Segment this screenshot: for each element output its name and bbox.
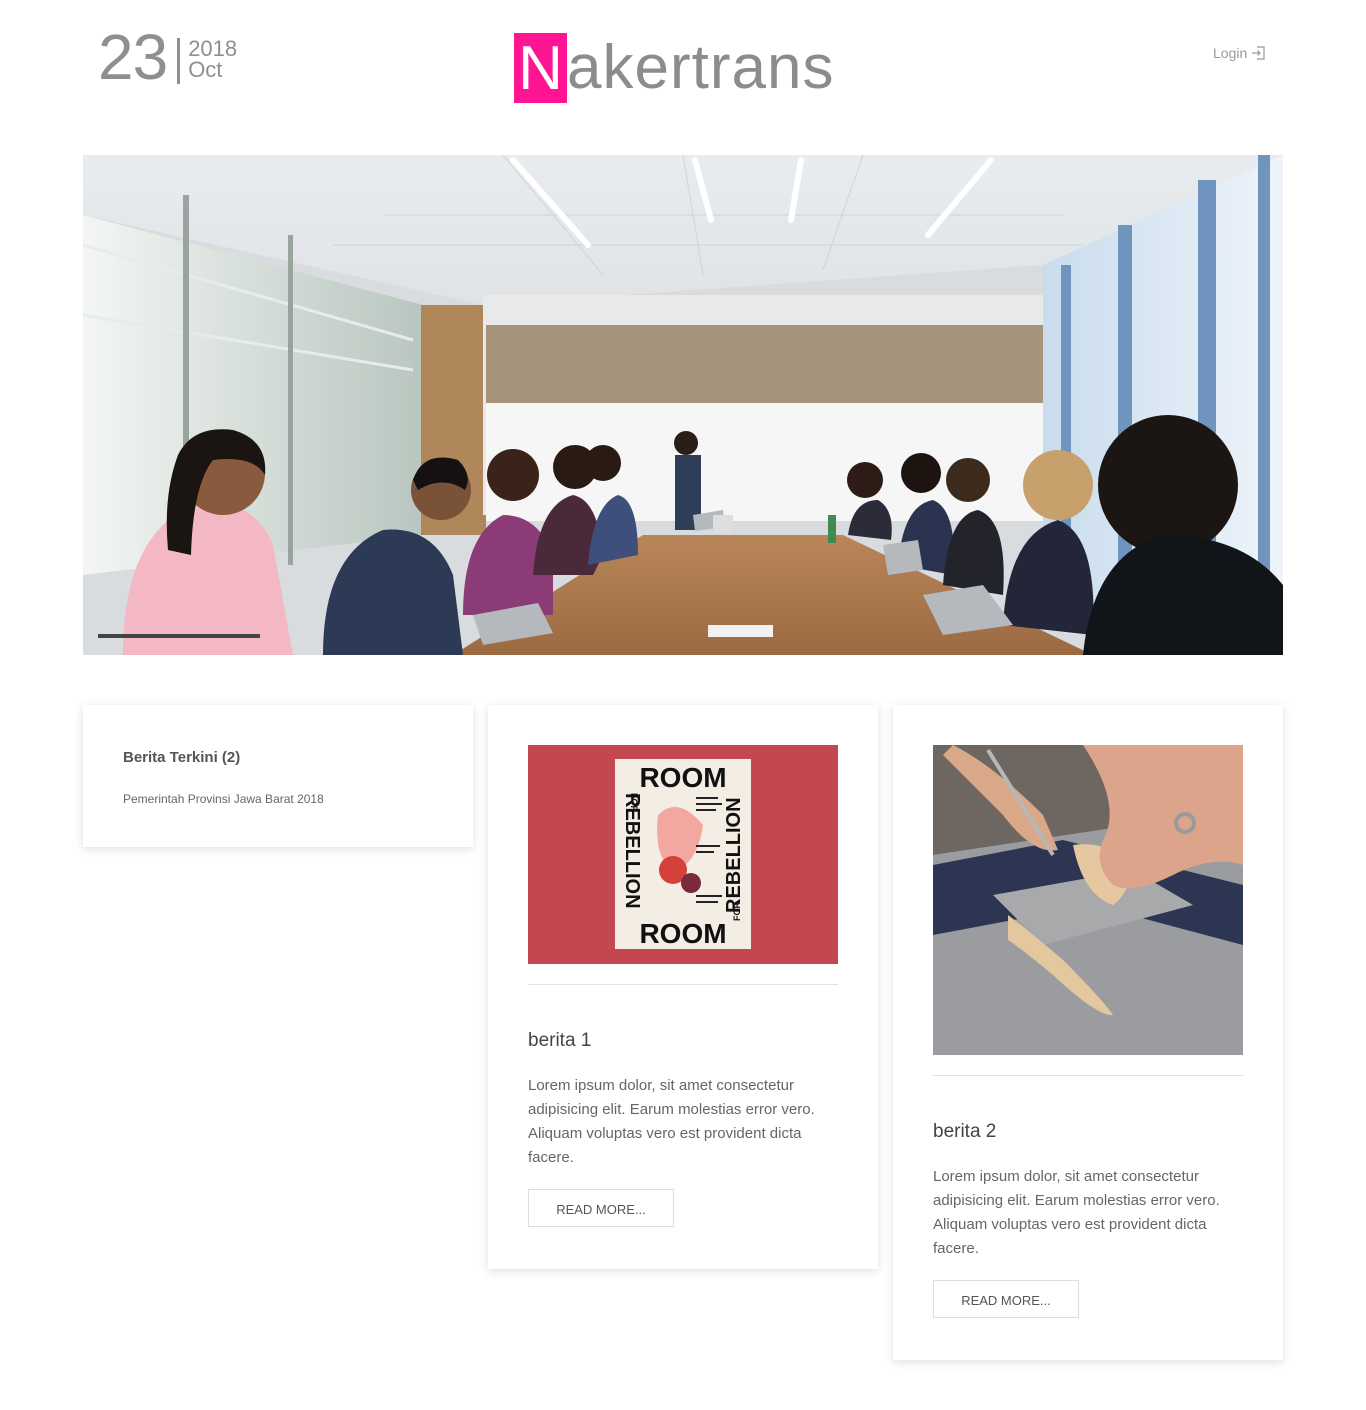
date-display: 23 2018 Oct [98,22,237,92]
slider-progress-bar [98,634,260,638]
date-year: 2018 [188,36,238,61]
poster-word-rebellion-right: REBELLION [723,797,745,913]
date-month: Oct [188,57,223,82]
info-card: Berita Terkini (2) Pemerintah Provinsi J… [83,705,473,847]
poster-word-room-top: ROOM [639,762,726,793]
info-card-subtitle: Pemerintah Provinsi Jawa Barat 2018 [123,792,324,806]
news-title[interactable]: berita 1 [528,1030,591,1052]
date-separator [177,38,181,84]
news-divider [528,984,838,985]
poster-word-for-left: FOR [629,793,639,812]
poster-word-for-right: FOR [732,902,742,921]
news-image[interactable] [933,745,1243,1055]
read-more-button[interactable]: READ MORE... [528,1189,674,1227]
news-card: ROOM ROOM REBELLION FOR REBELLION FOR be… [488,705,878,1269]
room-for-rebellion-poster: ROOM ROOM REBELLION FOR REBELLION FOR [528,745,838,964]
login-label: Login [1213,45,1248,61]
leather-craft-photo [933,745,1243,1055]
site-logo[interactable]: N akertrans [514,33,834,103]
news-card: berita 2 Lorem ipsum dolor, sit amet con… [893,705,1283,1360]
sign-in-icon [1251,46,1265,60]
login-link[interactable]: Login [1213,45,1265,61]
read-more-button[interactable]: READ MORE... [933,1280,1079,1318]
hero-slider[interactable] [83,155,1283,655]
date-year-month: 2018 Oct [188,36,238,82]
news-excerpt: Lorem ipsum dolor, sit amet consectetur … [933,1168,1220,1257]
news-title[interactable]: berita 2 [933,1121,996,1143]
poster-word-room-bottom: ROOM [639,918,726,949]
news-divider [933,1075,1243,1076]
info-card-title: Berita Terkini (2) [123,749,241,766]
meeting-room-photo [83,155,1283,655]
date-day: 23 [98,21,168,93]
logo-text: akertrans [567,33,835,102]
news-image[interactable]: ROOM ROOM REBELLION FOR REBELLION FOR [528,745,838,964]
logo-initial: N [514,33,567,103]
news-excerpt: Lorem ipsum dolor, sit amet consectetur … [528,1077,815,1166]
